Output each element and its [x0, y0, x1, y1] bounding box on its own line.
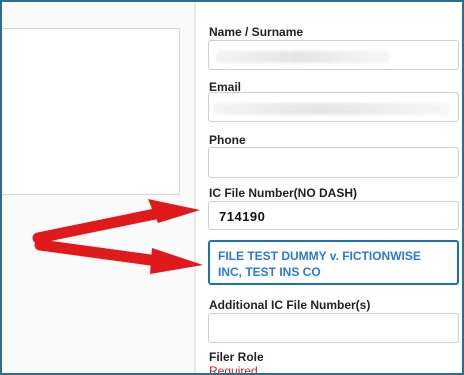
upper-arrow-shaft [32, 207, 166, 244]
lower-arrow-shaft [34, 239, 164, 267]
lower-arrow-head [150, 248, 203, 274]
red-arrow-icons [32, 199, 203, 274]
annotation-arrows [32, 199, 203, 274]
